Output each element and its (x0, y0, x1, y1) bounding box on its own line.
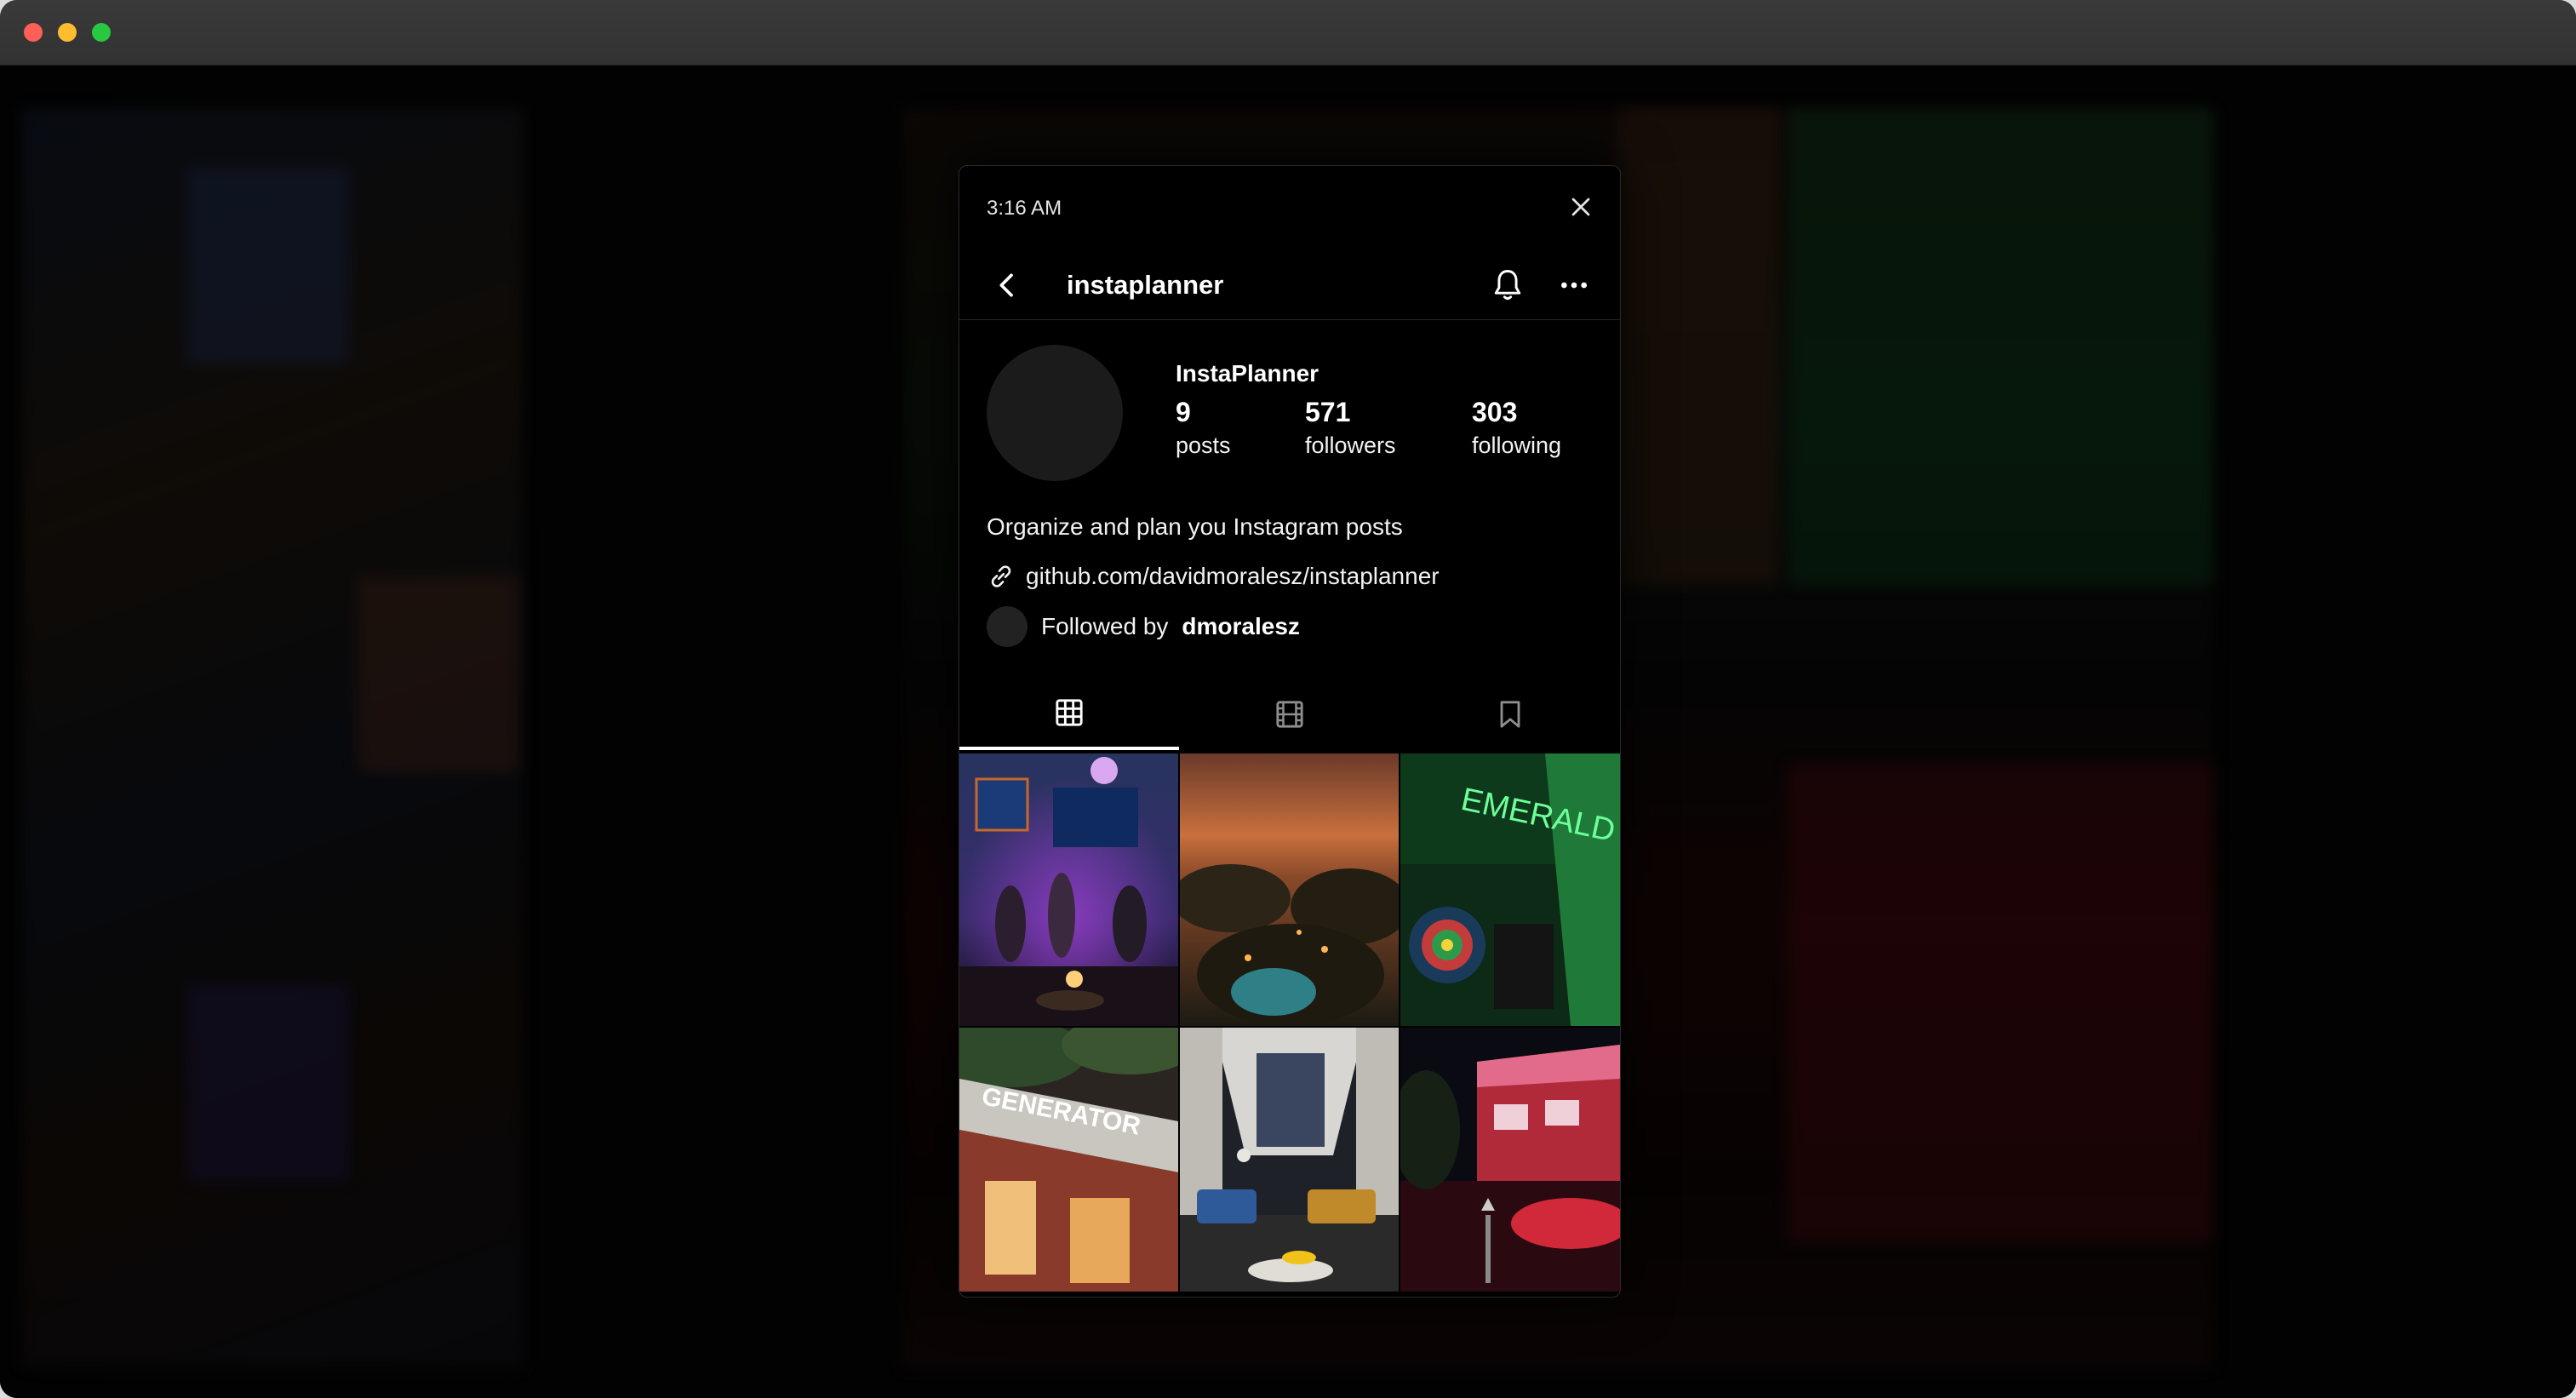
bell-icon[interactable] (1489, 266, 1526, 304)
stat-posts-label: posts (1176, 433, 1231, 458)
profile-avatar[interactable] (987, 345, 1123, 481)
post-image-emerald-neon: EMERALD (1400, 753, 1620, 1026)
post-image-generator-facade: GENERATOR (959, 1028, 1178, 1292)
post-image-red-neon-building (1400, 1028, 1620, 1292)
followed-by-row[interactable]: Followed by dmoralesz (987, 605, 1300, 648)
profile-link-text[interactable]: github.com/davidmoralesz/instaplanner (1026, 563, 1440, 590)
app-window: 3:16 AM instaplanner InstaPlanner 9 post… (0, 0, 2576, 1398)
stat-followers-value: 571 (1305, 397, 1351, 427)
back-arrow-icon[interactable] (990, 268, 1024, 302)
post-thumbnail[interactable]: EMERALD (1400, 753, 1620, 1026)
stat-posts-value: 9 (1176, 397, 1191, 427)
tab-saved[interactable] (1400, 679, 1620, 750)
link-icon (991, 565, 1011, 587)
followed-by-user[interactable]: dmoralesz (1182, 613, 1300, 640)
status-time: 3:16 AM (987, 197, 1062, 220)
stat-following-label: following (1472, 433, 1562, 458)
stat-followers-label: followers (1305, 433, 1396, 458)
title-bar (0, 0, 2576, 66)
stat-following[interactable]: 303 following (1472, 396, 1561, 462)
profile-tabs (959, 679, 1620, 750)
profile-username: instaplanner (1067, 270, 1224, 300)
post-image-sunset (1180, 753, 1399, 1026)
profile-nav-bar: instaplanner (959, 251, 1620, 320)
tab-posts-grid[interactable] (959, 679, 1179, 750)
post-thumbnail[interactable] (959, 753, 1178, 1026)
stat-followers[interactable]: 571 followers (1305, 396, 1396, 462)
post-thumbnail[interactable] (1400, 1028, 1620, 1292)
zoom-window-button[interactable] (92, 23, 111, 42)
profile-link[interactable]: github.com/davidmoralesz/instaplanner (987, 559, 1440, 593)
post-thumbnail[interactable] (1180, 753, 1399, 1026)
grid-icon (1056, 699, 1083, 726)
minimize-window-button[interactable] (58, 23, 77, 42)
profile-display-name: InstaPlanner (1176, 360, 1319, 387)
tab-reels[interactable] (1180, 679, 1400, 750)
post-image-lobby (1180, 1028, 1399, 1292)
close-window-button[interactable] (24, 23, 43, 42)
close-icon[interactable] (1566, 192, 1596, 222)
post-thumbnail[interactable] (1180, 1028, 1399, 1292)
followed-by-label: Followed by (1041, 613, 1169, 639)
bookmark-icon (1500, 701, 1520, 728)
post-thumbnail[interactable]: GENERATOR (959, 1028, 1178, 1292)
stat-posts[interactable]: 9 posts (1176, 396, 1231, 462)
stat-following-value: 303 (1472, 397, 1518, 427)
profile-preview-modal: 3:16 AM instaplanner InstaPlanner 9 post… (959, 165, 1621, 1298)
post-image-band (959, 753, 1178, 1026)
more-options-icon[interactable] (1555, 268, 1593, 302)
follower-avatar (987, 606, 1028, 647)
profile-bio: Organize and plan you Instagram posts (987, 513, 1403, 540)
film-icon (1276, 701, 1303, 728)
